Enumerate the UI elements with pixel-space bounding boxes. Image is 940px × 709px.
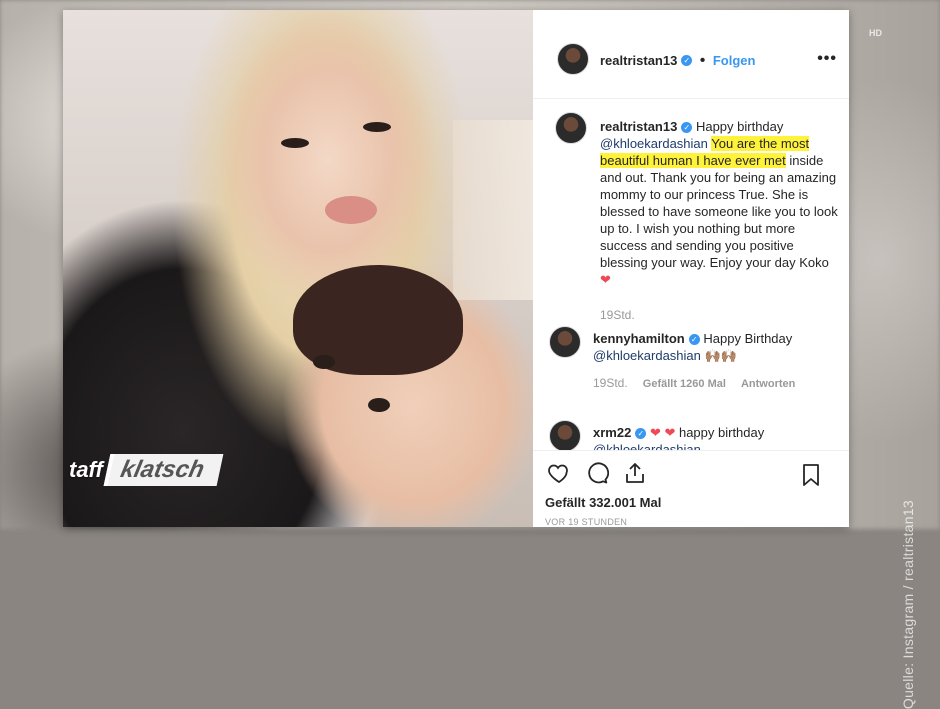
show-logo-klatsch: klatsch <box>103 454 223 486</box>
caption-time[interactable]: 19Std. <box>600 308 635 322</box>
separator: • <box>699 52 706 69</box>
heart-icon[interactable] <box>545 459 573 487</box>
comments-list[interactable]: realtristan13 ✓ Happy birthday @khloekard… <box>533 98 849 450</box>
channel-mark: HD <box>869 28 882 38</box>
follow-button[interactable]: Folgen <box>713 53 756 68</box>
action-bar <box>545 459 649 487</box>
comment-time[interactable]: 19Std. <box>593 376 628 390</box>
comment-text: xrm22 ✓ ❤ ❤ happy birthday @khloekardashi… <box>593 424 833 450</box>
source-credit: Quelle: Instagram / realtristan13 <box>900 500 916 709</box>
comment-body: happy birthday <box>678 425 765 440</box>
comment-icon[interactable] <box>583 459 611 487</box>
verified-badge-icon: ✓ <box>635 428 647 440</box>
photo-baby-eye <box>313 355 335 369</box>
header-user: realtristan13 ✓ • Folgen <box>600 52 755 70</box>
avatar[interactable] <box>557 43 589 75</box>
post-age[interactable]: VOR 19 STUNDEN <box>545 517 627 527</box>
comment-text: kennyhamilton ✓ Happy Birthday @khloekard… <box>593 330 833 364</box>
more-options-icon[interactable]: ••• <box>817 50 837 68</box>
reply-button[interactable]: Antworten <box>741 378 795 390</box>
caption-body: inside and out. Thank you for being an a… <box>600 153 838 270</box>
username-link[interactable]: realtristan13 <box>600 53 677 68</box>
verified-badge-icon: ✓ <box>681 55 693 67</box>
show-logo: taff klatsch <box>69 450 223 490</box>
show-logo-taff: taff <box>69 457 103 482</box>
photo-woman-eye <box>363 122 391 132</box>
raised-hands-emoji-icon: 🙌🏽🙌🏽 <box>704 348 737 363</box>
photo-lips <box>325 196 377 224</box>
comment-username[interactable]: xrm22 <box>593 425 631 440</box>
instagram-post: taff klatsch realtristan13 ✓ • Folgen •••… <box>63 10 849 527</box>
post-photo: taff klatsch <box>63 10 533 527</box>
likes-count[interactable]: Gefällt 332.001 Mal <box>545 495 661 510</box>
verified-badge-icon: ✓ <box>681 122 693 134</box>
bookmark-icon[interactable] <box>797 461 825 489</box>
avatar[interactable] <box>555 112 587 144</box>
caption-text: realtristan13 ✓ Happy birthday @khloekard… <box>600 118 840 288</box>
verified-badge-icon: ✓ <box>688 334 700 346</box>
post-header: realtristan13 ✓ • Folgen ••• <box>533 10 849 99</box>
avatar[interactable] <box>549 326 581 358</box>
caption-username[interactable]: realtristan13 <box>600 119 677 134</box>
post-actions-footer: Gefällt 332.001 Mal VOR 19 STUNDEN <box>533 450 849 528</box>
caption-intro: Happy birthday <box>695 119 784 134</box>
comment-likes[interactable]: Gefällt 1260 Mal <box>643 378 726 390</box>
heart-emoji-icon: ❤ ❤ <box>649 425 676 440</box>
comment-mention[interactable]: @khloekardashian <box>593 442 701 450</box>
photo-background-wall <box>453 120 533 300</box>
post-side-panel: realtristan13 ✓ • Folgen ••• realtristan1… <box>533 10 849 527</box>
comment-body: Happy Birthday <box>703 331 793 346</box>
heart-emoji-icon: ❤ <box>600 272 611 287</box>
photo-woman-eye <box>281 138 309 148</box>
share-icon[interactable] <box>621 459 649 487</box>
comment-mention[interactable]: @khloekardashian <box>593 348 701 363</box>
caption-mention[interactable]: @khloekardashian <box>600 136 708 151</box>
photo-baby-eye <box>368 398 390 412</box>
comment-meta: 19Std. Gefällt 1260 Mal Antworten <box>593 376 807 390</box>
avatar[interactable] <box>549 420 581 450</box>
comment-username[interactable]: kennyhamilton <box>593 331 685 346</box>
